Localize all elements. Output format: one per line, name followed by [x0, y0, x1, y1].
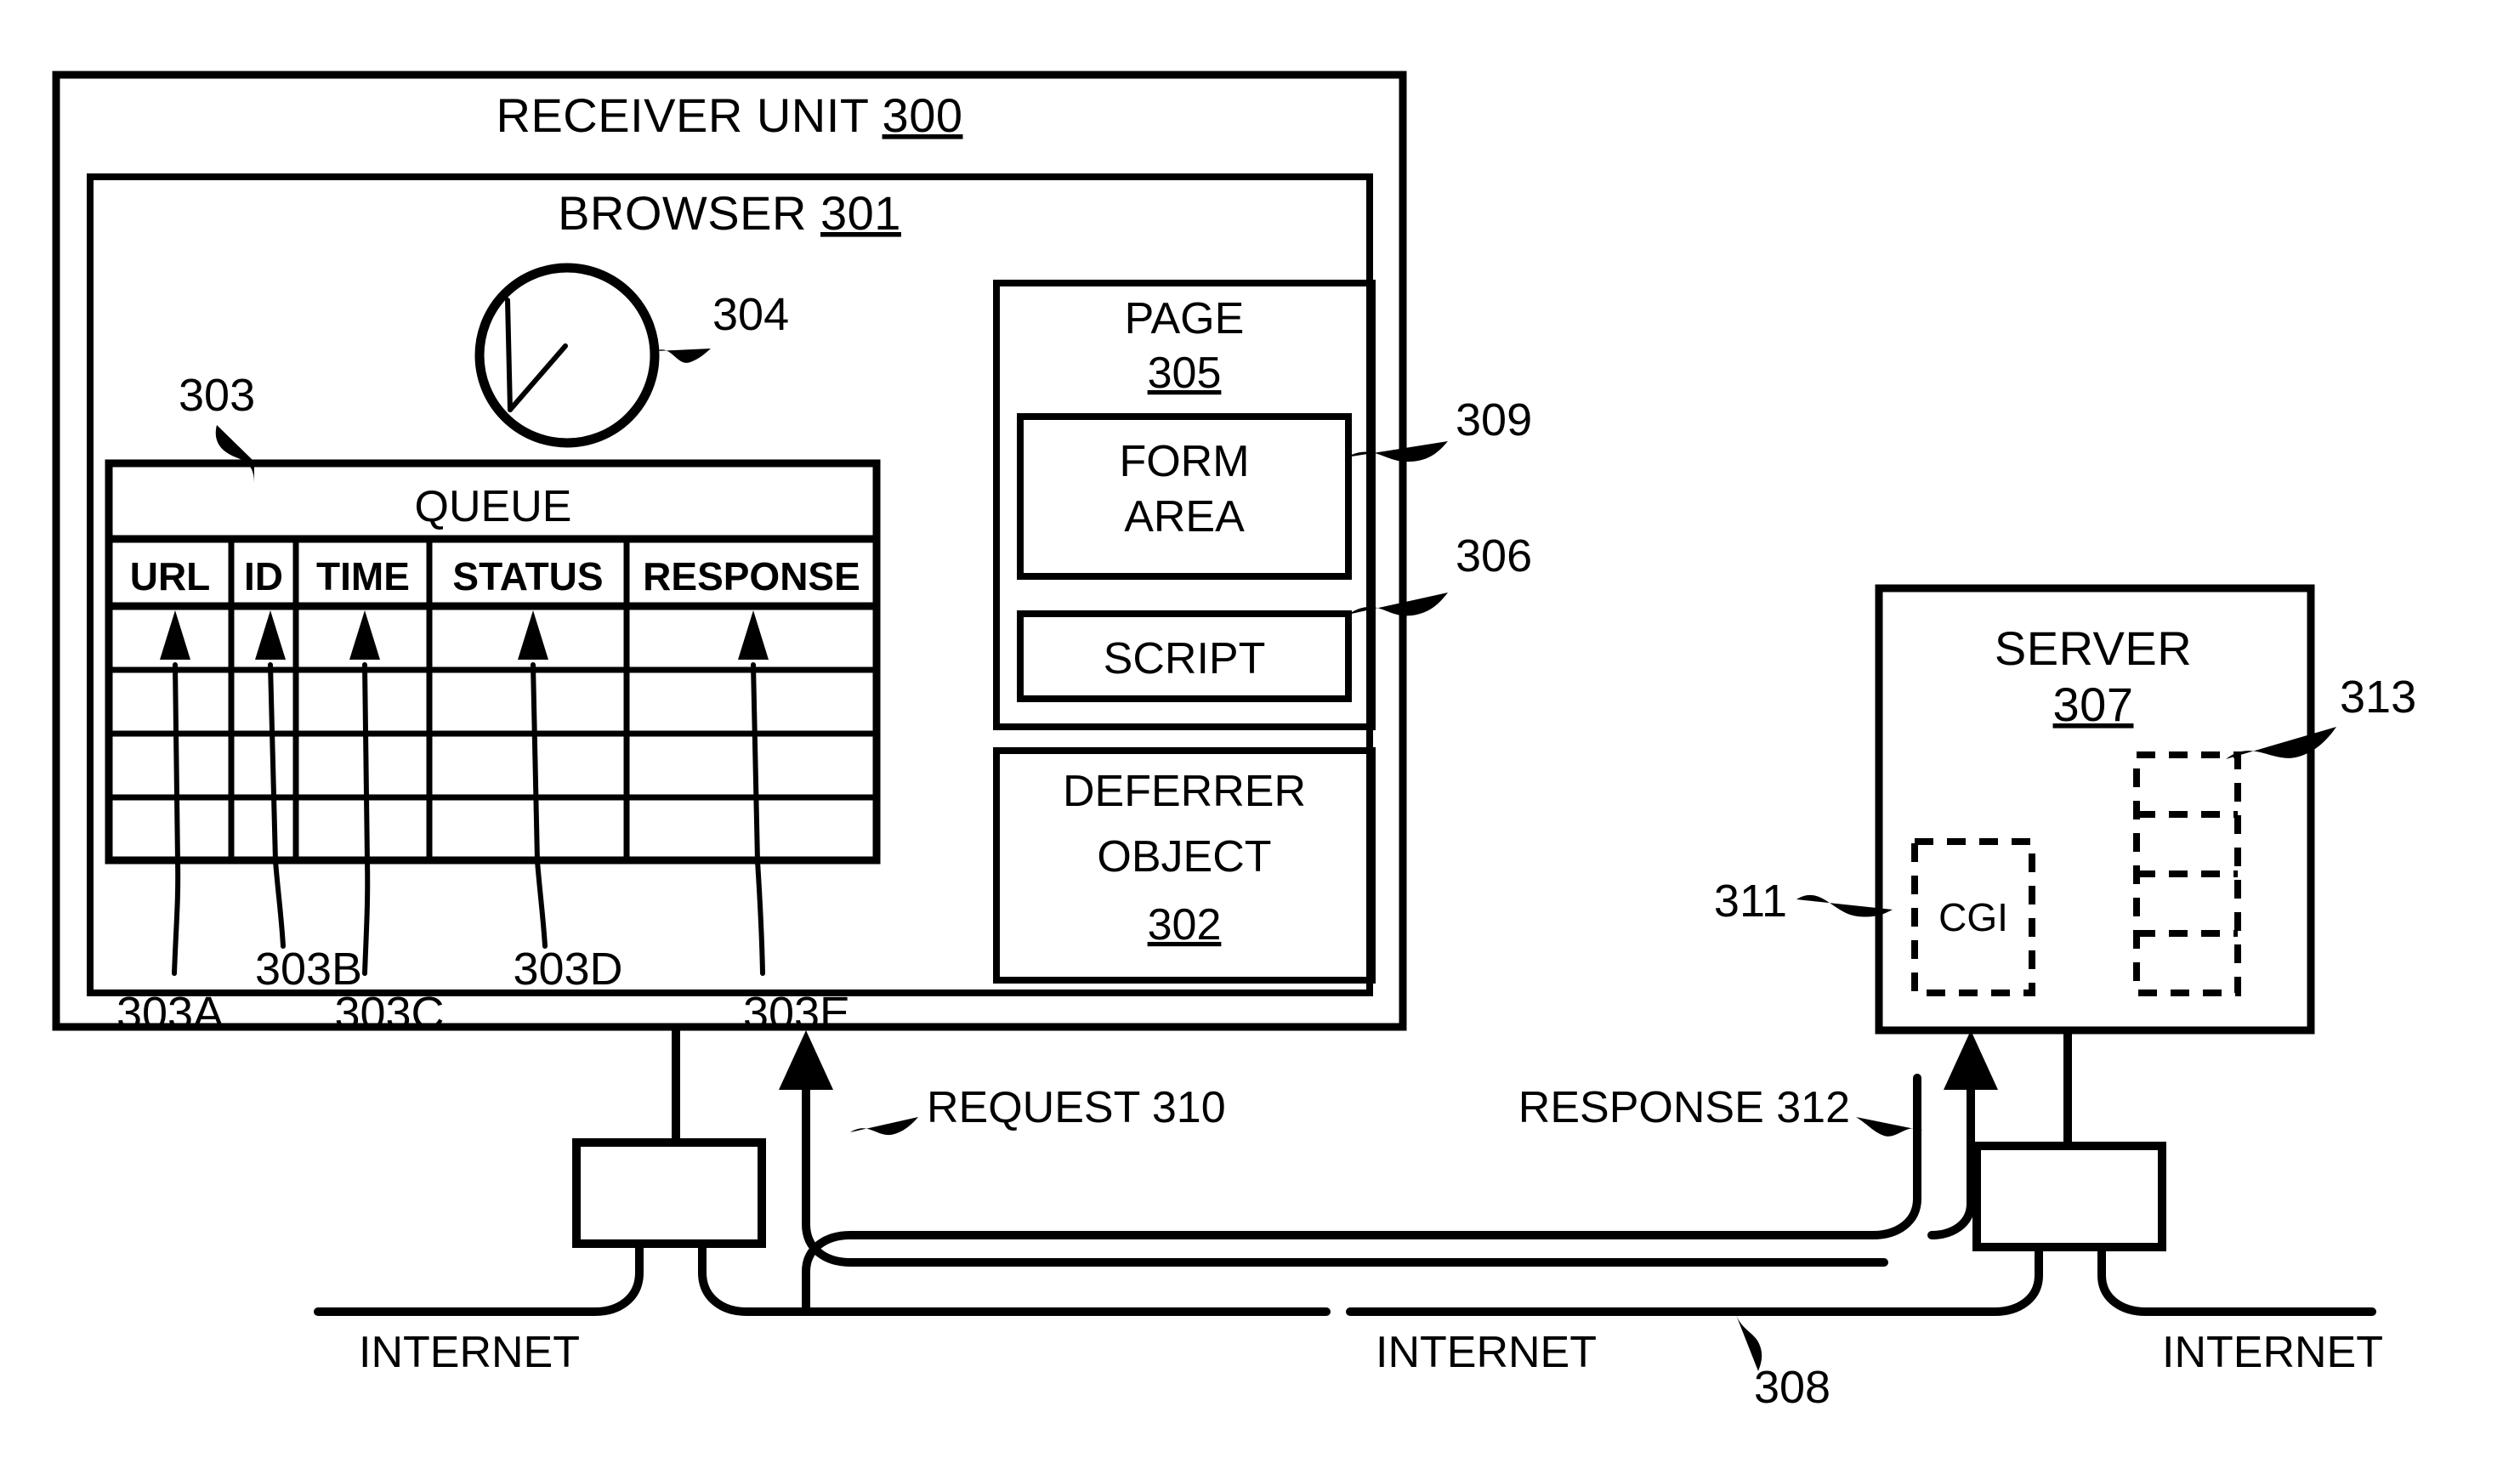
- ref-303A: 303A: [116, 988, 224, 1039]
- ref-304: 304: [712, 289, 789, 340]
- browser-title: BROWSER 301: [558, 186, 901, 240]
- leader-309: [1346, 441, 1448, 462]
- server-box: SERVER 307 CGI: [1875, 584, 2315, 1035]
- response-riser: [1927, 1086, 1975, 1239]
- leader-303: [215, 425, 254, 483]
- queue-column-callouts: 303A 303B 303C 303D 303E: [116, 610, 850, 1039]
- deferrer-object-box: DEFERRER OBJECT 302: [993, 747, 1376, 984]
- cgi-label: CGI: [1938, 895, 2008, 939]
- server-title: SERVER: [1995, 621, 2192, 675]
- clock-icon: [474, 263, 660, 448]
- diagram-canvas: RECEIVER UNIT 300 BROWSER 301 304 303 QU…: [52, 71, 2416, 1413]
- patent-figure: RECEIVER UNIT 300 BROWSER 301 304 303 QU…: [0, 0, 2520, 1463]
- left-box-to-internet-left: [314, 1239, 644, 1316]
- ref-309: 309: [1456, 394, 1532, 445]
- form-area-label-line2: AREA: [1124, 492, 1245, 542]
- internet-label-center: INTERNET: [1376, 1328, 1597, 1377]
- deferrer-label-line2: OBJECT: [1097, 832, 1271, 882]
- queue-col-status: STATUS: [452, 554, 603, 598]
- form-area-label-line1: FORM: [1119, 437, 1249, 486]
- server-ref: 307: [2053, 678, 2134, 731]
- right-box-to-internet-left: [1346, 1243, 2043, 1316]
- ref-303D: 303D: [513, 944, 622, 995]
- ref-303B: 303B: [255, 944, 362, 995]
- response-arrowhead: [1944, 1030, 1998, 1090]
- internet-label-right: INTERNET: [2162, 1328, 2383, 1377]
- page-ref: 305: [1148, 349, 1222, 398]
- page-box: PAGE 305 FORM AREA SCRIPT: [993, 280, 1376, 730]
- ref-303E: 303E: [743, 988, 850, 1039]
- queue-table: QUEUE URL ID TIME STATUS RESPONSE: [105, 459, 881, 865]
- ref-303C: 303C: [334, 988, 444, 1039]
- left-box-to-internet-right: [698, 1239, 1331, 1316]
- server-queue-store: [2133, 751, 2241, 996]
- receiver-unit-title: RECEIVER UNIT 300: [497, 88, 963, 142]
- leader-306: [1348, 593, 1448, 616]
- deferrer-label-line1: DEFERRER: [1063, 767, 1306, 816]
- internet-label-left: INTERNET: [359, 1328, 580, 1377]
- queue-table-title: QUEUE: [415, 482, 572, 531]
- ref-306: 306: [1456, 530, 1532, 581]
- leader-304: [656, 349, 711, 363]
- page-title: PAGE: [1125, 294, 1245, 343]
- leader-313: [2226, 727, 2336, 759]
- queue-col-response: RESPONSE: [643, 554, 860, 598]
- script-label: SCRIPT: [1104, 634, 1266, 683]
- label-request: REQUEST 310: [927, 1083, 1226, 1132]
- queue-col-id: ID: [244, 554, 283, 598]
- left-network-box: [572, 1138, 766, 1248]
- right-network-box: [1972, 1142, 2166, 1251]
- queue-col-time: TIME: [316, 554, 410, 598]
- request-arrowhead: [779, 1030, 833, 1090]
- deferrer-ref: 302: [1148, 900, 1222, 950]
- right-box-to-internet-right: [2097, 1243, 2376, 1316]
- leader-310: [850, 1117, 918, 1136]
- label-response: RESPONSE 312: [1518, 1083, 1850, 1132]
- ref-313: 313: [2340, 672, 2416, 723]
- ref-303: 303: [179, 370, 255, 421]
- queue-col-url: URL: [130, 554, 211, 598]
- ref-308: 308: [1754, 1362, 1830, 1413]
- ref-311: 311: [1714, 876, 1787, 927]
